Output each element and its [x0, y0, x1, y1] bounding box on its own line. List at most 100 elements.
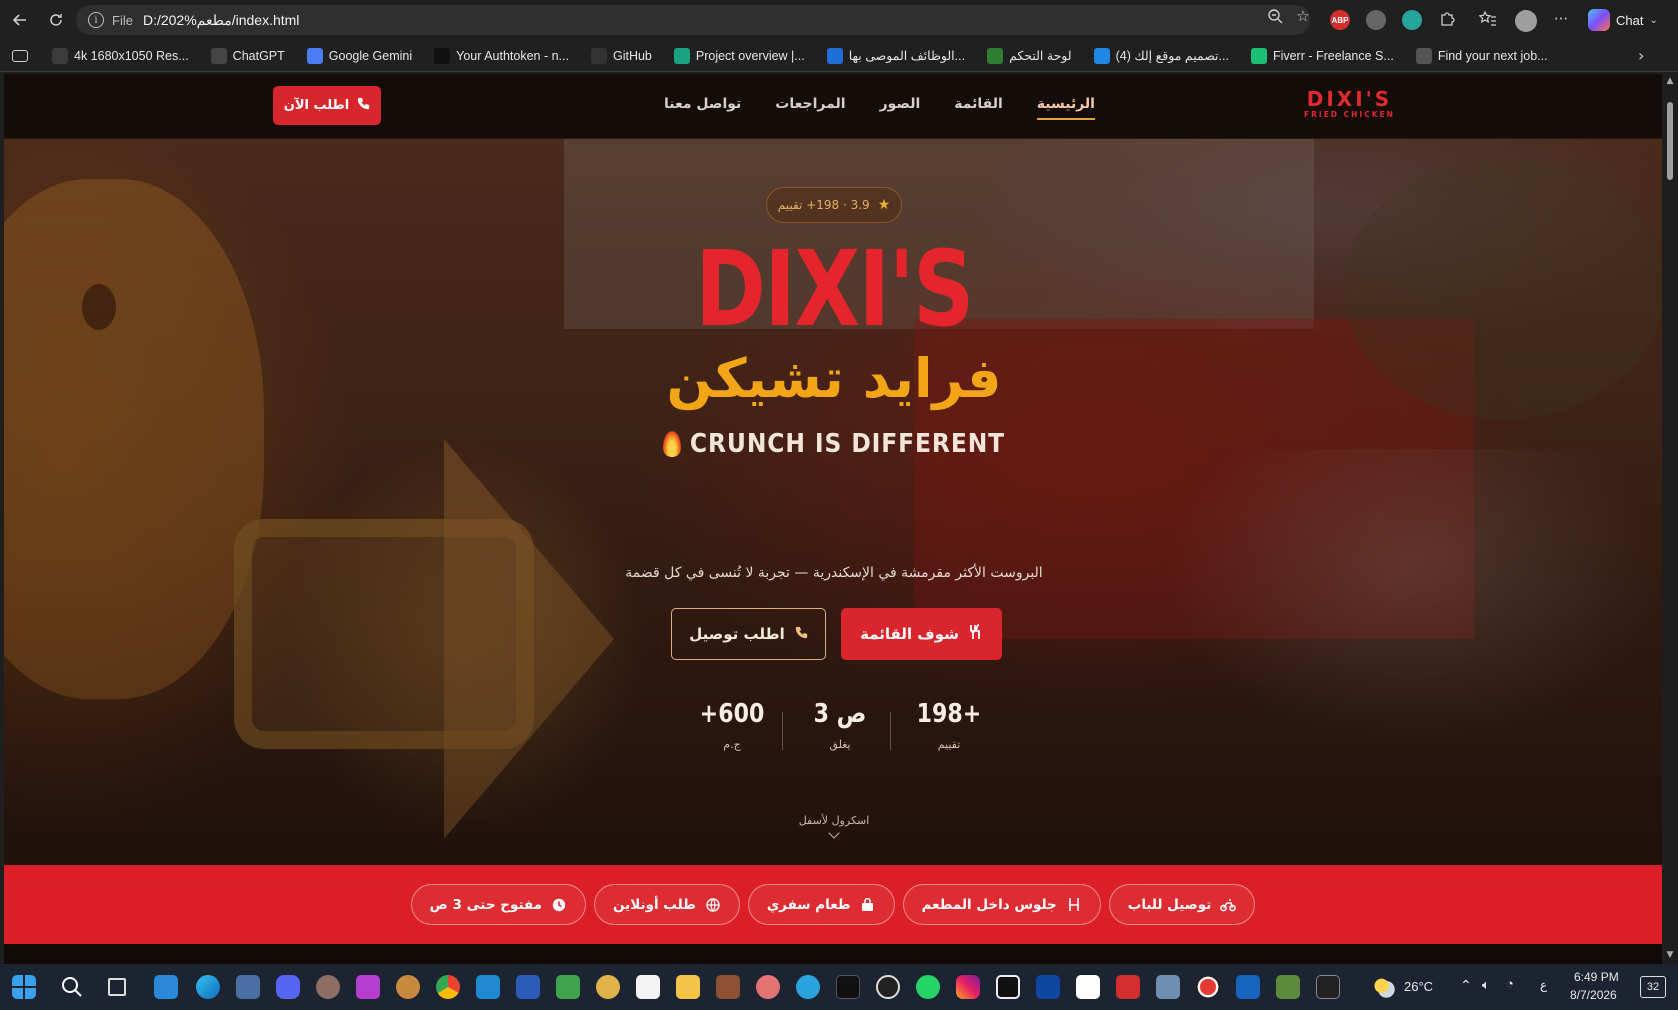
- view-menu-button[interactable]: شوف القائمة: [841, 608, 1002, 660]
- order-delivery-label: اطلب توصيل: [689, 625, 785, 643]
- app-icon[interactable]: [876, 975, 900, 999]
- file-explorer-icon[interactable]: [676, 975, 700, 999]
- tray-chevron-icon[interactable]: ⌃: [1460, 977, 1472, 994]
- chevron-down-icon: ⌄: [1649, 14, 1658, 26]
- app-icon[interactable]: [1156, 975, 1180, 999]
- extensions-puzzle-icon[interactable]: [1438, 10, 1456, 28]
- bookmark-item[interactable]: لوحة التحكم: [987, 47, 1072, 64]
- chrome-icon[interactable]: [436, 975, 460, 999]
- instagram-icon[interactable]: [956, 975, 980, 999]
- app-icon[interactable]: [1076, 975, 1100, 999]
- url-text[interactable]: D:/202%مطعم/index.html: [143, 12, 299, 29]
- record-icon[interactable]: [1196, 975, 1220, 999]
- feature-label: توصيل للباب: [1127, 896, 1212, 913]
- bookmark-item[interactable]: 4k 1680x1050 Res...: [52, 47, 189, 64]
- edge-icon[interactable]: [196, 975, 220, 999]
- windows-start-icon[interactable]: [12, 975, 36, 999]
- utensils-icon: [969, 624, 983, 644]
- bookmark-item[interactable]: Project overview |...: [673, 47, 805, 64]
- bookmarks-overflow-icon[interactable]: ›: [1638, 46, 1644, 65]
- app-icon[interactable]: [516, 975, 540, 999]
- order-now-button[interactable]: اطلب الآن: [273, 86, 381, 125]
- order-now-label: اطلب الآن: [283, 98, 350, 113]
- telegram-icon[interactable]: [796, 975, 820, 999]
- favorites-icon[interactable]: [1479, 10, 1497, 28]
- adblock-icon[interactable]: ABP: [1330, 10, 1350, 30]
- discord-icon[interactable]: [276, 975, 300, 999]
- app-icon[interactable]: [236, 975, 260, 999]
- app-icon[interactable]: [316, 975, 340, 999]
- extension-green-icon[interactable]: [1402, 10, 1422, 30]
- bookmark-item[interactable]: Your Authtoken - n...: [434, 47, 569, 64]
- store-icon[interactable]: [154, 975, 178, 999]
- notifications-icon[interactable]: 32: [1640, 976, 1666, 998]
- bookmark-item[interactable]: Find your next job...: [1415, 47, 1548, 64]
- site-info-icon[interactable]: i: [88, 12, 104, 28]
- nav-home[interactable]: الرئيسية: [1036, 96, 1096, 120]
- app-icon[interactable]: [756, 975, 780, 999]
- app-icon[interactable]: [996, 975, 1020, 999]
- nav-reviews[interactable]: المراجعات: [775, 96, 845, 120]
- bookmark-item[interactable]: Google Gemini: [306, 47, 412, 64]
- reading-list-icon[interactable]: [12, 49, 28, 62]
- bookmark-label: Fiverr - Freelance S...: [1272, 48, 1394, 63]
- input-language[interactable]: ع: [1540, 978, 1547, 992]
- bookmark-label: (4) تصميم موقع إلك...: [1115, 49, 1229, 63]
- acrobat-icon[interactable]: [1116, 975, 1140, 999]
- fc-icon[interactable]: [1236, 975, 1260, 999]
- task-view-icon[interactable]: [108, 978, 126, 996]
- more-menu-icon[interactable]: ···: [1552, 10, 1570, 28]
- bookmark-item[interactable]: ChatGPT: [210, 47, 285, 64]
- bookmark-item[interactable]: Fiverr - Freelance S...: [1250, 47, 1394, 64]
- github-icon: [590, 47, 607, 64]
- whatsapp-icon[interactable]: [916, 975, 940, 999]
- back-icon[interactable]: [6, 6, 34, 34]
- search-icon[interactable]: [60, 975, 84, 999]
- favorite-star-icon[interactable]: ☆: [1294, 7, 1312, 25]
- scroll-up-icon[interactable]: ▲: [1665, 76, 1675, 86]
- bookmark-item[interactable]: (4) تصميم موقع إلك...: [1093, 47, 1229, 64]
- scroll-down-icon[interactable]: ▼: [1665, 950, 1675, 960]
- site-logo[interactable]: DIXI'S FRIED CHICKEN: [1304, 88, 1395, 119]
- app-icon[interactable]: [596, 975, 620, 999]
- tiktok-icon[interactable]: [836, 975, 860, 999]
- bookmark-label: 4k 1680x1050 Res...: [74, 48, 189, 63]
- feature-label: جلوس داخل المطعم: [921, 896, 1057, 913]
- app-icon[interactable]: [396, 975, 420, 999]
- monitor-icon: [52, 47, 68, 64]
- extension-gray-icon[interactable]: [1366, 10, 1386, 30]
- browser-toolbar: i File D:/202%مطعم/index.html ☆ ABP ··· …: [0, 0, 1678, 40]
- nav-contact[interactable]: تواصل معنا: [664, 96, 741, 120]
- clock-time[interactable]: 6:49 PM: [1574, 970, 1619, 984]
- zoom-icon[interactable]: [1266, 7, 1284, 25]
- app-icon[interactable]: [556, 975, 580, 999]
- weather-icon[interactable]: [1372, 975, 1396, 999]
- phone-icon: [795, 625, 808, 643]
- terminal-icon[interactable]: [1316, 975, 1340, 999]
- wifi-icon[interactable]: ◔: [1506, 976, 1514, 991]
- clock-date[interactable]: 8/7/2026: [1570, 988, 1617, 1002]
- scroll-down-hint[interactable]: اسكرول لأسفل: [764, 814, 904, 839]
- capcut-icon[interactable]: [636, 975, 660, 999]
- app-icon[interactable]: [716, 975, 740, 999]
- bookmark-label: Your Authtoken - n...: [456, 48, 569, 63]
- minecraft-icon[interactable]: [1276, 975, 1300, 999]
- view-menu-label: شوف القائمة: [860, 625, 959, 643]
- order-delivery-button[interactable]: اطلب توصيل: [671, 608, 826, 660]
- scrollbar-thumb[interactable]: [1667, 102, 1673, 180]
- refresh-icon[interactable]: [42, 6, 70, 34]
- copilot-chat-button[interactable]: Chat ⌄: [1588, 6, 1672, 34]
- app-icon[interactable]: [1036, 975, 1060, 999]
- vscode-icon[interactable]: [476, 975, 500, 999]
- globe-icon: [705, 897, 721, 913]
- nav-menu[interactable]: القائمة: [954, 96, 1003, 120]
- page-scrollbar[interactable]: ▲ ▼: [1662, 74, 1678, 964]
- bookmark-item[interactable]: الوظائف الموصى بها...: [826, 47, 965, 64]
- profile-avatar[interactable]: [1515, 10, 1537, 32]
- app-icon[interactable]: [356, 975, 380, 999]
- address-bar[interactable]: i File D:/202%مطعم/index.html: [76, 5, 1310, 35]
- weather-temp[interactable]: 26°C: [1404, 979, 1433, 994]
- volume-icon[interactable]: 🔈︎: [1482, 977, 1490, 993]
- nav-gallery[interactable]: الصور: [880, 96, 921, 120]
- bookmark-item[interactable]: GitHub: [590, 47, 652, 64]
